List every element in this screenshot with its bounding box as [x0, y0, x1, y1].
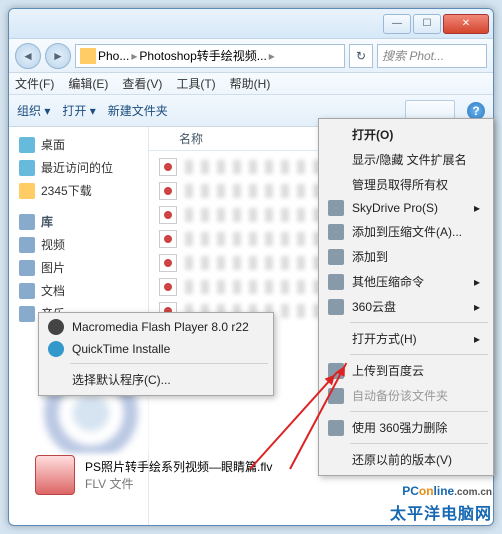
- archive-icon: [328, 274, 344, 290]
- open-button[interactable]: 打开 ▾: [62, 102, 95, 119]
- openwith-quicktime[interactable]: QuickTime Installe: [42, 338, 270, 360]
- folder-icon: [19, 183, 35, 199]
- ctx-360-delete[interactable]: 使用 360强力删除: [322, 415, 490, 440]
- filename-blurred: [185, 184, 325, 198]
- ctx-other-zip[interactable]: 其他压缩命令▸: [322, 269, 490, 294]
- sidebar-item-library[interactable]: 库: [9, 210, 148, 233]
- search-input[interactable]: 搜索 Phot...: [377, 44, 487, 68]
- help-icon[interactable]: ?: [467, 102, 485, 120]
- sidebar-item-pictures[interactable]: 图片: [9, 256, 148, 279]
- navbar: ◄ ► Pho... ▸ Photoshop转手绘视频... ▸ ↻ 搜索 Ph…: [9, 39, 493, 73]
- ctx-add-to[interactable]: 添加到: [322, 244, 490, 269]
- menubar: 文件(F) 编辑(E) 查看(V) 工具(T) 帮助(H): [9, 73, 493, 95]
- sidebar-label: 视频: [41, 236, 65, 253]
- ctx-admin-own[interactable]: 管理员取得所有权: [322, 172, 490, 197]
- flash-icon: [48, 319, 64, 335]
- sidebar-label: 图片: [41, 259, 65, 276]
- titlebar: — ☐ ✕: [9, 9, 493, 39]
- watermark: PConline.com.cn 太平洋电脑网: [390, 479, 492, 524]
- skydrive-icon: [328, 200, 344, 216]
- flv-file-icon: [35, 455, 75, 495]
- video-icon: [19, 237, 35, 253]
- menu-tools[interactable]: 工具(T): [176, 75, 215, 92]
- pictures-icon: [19, 260, 35, 276]
- new-folder-button[interactable]: 新建文件夹: [108, 102, 168, 119]
- back-button[interactable]: ◄: [15, 43, 41, 69]
- music-icon: [19, 306, 35, 322]
- folder-icon: [80, 48, 96, 64]
- archive-icon: [328, 224, 344, 240]
- sidebar-item-2345[interactable]: 2345下载: [9, 179, 148, 202]
- maximize-button[interactable]: ☐: [413, 14, 441, 34]
- flv-file-icon: [159, 206, 177, 224]
- delete-icon: [328, 420, 344, 436]
- sidebar-label: 桌面: [41, 136, 65, 153]
- menu-file[interactable]: 文件(F): [15, 75, 54, 92]
- filename-blurred: [185, 280, 325, 294]
- filename-blurred: [185, 256, 325, 270]
- quicktime-icon: [48, 341, 64, 357]
- ctx-restore-version[interactable]: 还原以前的版本(V): [322, 447, 490, 472]
- separator: [350, 443, 488, 444]
- separator: [70, 363, 268, 364]
- selected-filetype: FLV 文件: [85, 475, 272, 492]
- separator: [350, 411, 488, 412]
- selected-filename: PS照片转手绘系列视频—眼睛篇.flv: [85, 458, 272, 475]
- flv-file-icon: [159, 278, 177, 296]
- archive-icon: [328, 249, 344, 265]
- filename-blurred: [185, 232, 325, 246]
- breadcrumb[interactable]: Pho... ▸ Photoshop转手绘视频... ▸: [75, 44, 345, 68]
- ctx-showhide-ext[interactable]: 显示/隐藏 文件扩展名: [322, 147, 490, 172]
- ctx-open-with[interactable]: 打开方式(H)▸: [322, 326, 490, 351]
- sidebar-label: 2345下载: [41, 182, 92, 199]
- filename-blurred: [185, 208, 325, 222]
- flv-file-icon: [159, 182, 177, 200]
- flv-file-icon: [159, 158, 177, 176]
- cloud-icon: [328, 299, 344, 315]
- breadcrumb-item[interactable]: Pho...: [98, 49, 129, 63]
- openwith-choose-default[interactable]: 选择默认程序(C)...: [42, 367, 270, 392]
- separator: [350, 322, 488, 323]
- ctx-skydrive[interactable]: SkyDrive Pro(S)▸: [322, 197, 490, 219]
- sidebar-item-video[interactable]: 视频: [9, 233, 148, 256]
- chevron-right-icon: ▸: [269, 49, 275, 63]
- sidebar-item-desktop[interactable]: 桌面: [9, 133, 148, 156]
- flv-file-icon: [159, 230, 177, 248]
- menu-view[interactable]: 查看(V): [122, 75, 162, 92]
- recent-icon: [19, 160, 35, 176]
- openwith-flash[interactable]: Macromedia Flash Player 8.0 r22: [42, 316, 270, 338]
- flv-file-icon: [159, 254, 177, 272]
- sidebar-label: 最近访问的位: [41, 159, 113, 176]
- menu-help[interactable]: 帮助(H): [230, 75, 271, 92]
- organize-button[interactable]: 组织 ▾: [17, 102, 50, 119]
- context-menu: 打开(O) 显示/隐藏 文件扩展名 管理员取得所有权 SkyDrive Pro(…: [318, 118, 494, 476]
- sidebar-label: 库: [41, 213, 53, 230]
- minimize-button[interactable]: —: [383, 14, 411, 34]
- sidebar-item-recent[interactable]: 最近访问的位: [9, 156, 148, 179]
- close-button[interactable]: ✕: [443, 14, 489, 34]
- breadcrumb-item[interactable]: Photoshop转手绘视频...: [139, 47, 266, 64]
- ctx-auto-backup: 自动备份该文件夹: [322, 383, 490, 408]
- desktop-icon: [19, 137, 35, 153]
- details-pane: PS照片转手绘系列视频—眼睛篇.flv FLV 文件: [35, 455, 272, 495]
- separator: [350, 354, 488, 355]
- ctx-360yun[interactable]: 360云盘▸: [322, 294, 490, 319]
- sidebar-item-documents[interactable]: 文档: [9, 279, 148, 302]
- library-icon: [19, 214, 35, 230]
- sidebar-label: 文档: [41, 282, 65, 299]
- filename-blurred: [185, 160, 325, 174]
- ctx-open[interactable]: 打开(O): [322, 122, 490, 147]
- ctx-add-zip[interactable]: 添加到压缩文件(A)...: [322, 219, 490, 244]
- openwith-submenu: Macromedia Flash Player 8.0 r22 QuickTim…: [38, 312, 274, 396]
- chevron-right-icon: ▸: [131, 49, 137, 63]
- refresh-button[interactable]: ↻: [349, 44, 373, 68]
- menu-edit[interactable]: 编辑(E): [68, 75, 108, 92]
- forward-button[interactable]: ►: [45, 43, 71, 69]
- documents-icon: [19, 283, 35, 299]
